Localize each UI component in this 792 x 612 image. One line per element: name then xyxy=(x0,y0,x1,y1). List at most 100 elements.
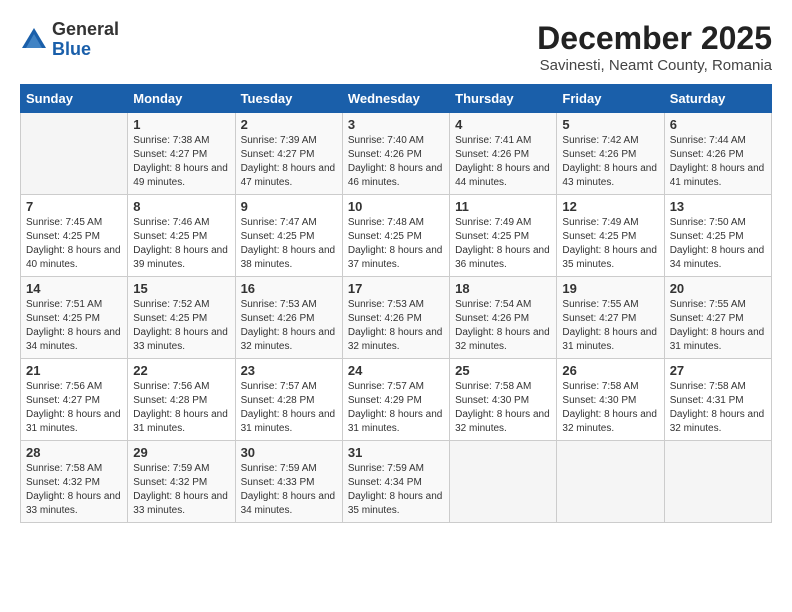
calendar-cell: 25Sunrise: 7:58 AMSunset: 4:30 PMDayligh… xyxy=(450,359,557,441)
day-info: Sunrise: 7:59 AMSunset: 4:34 PMDaylight:… xyxy=(348,462,444,518)
logo: General Blue xyxy=(20,20,119,60)
day-number: 27 xyxy=(670,363,766,378)
day-number: 6 xyxy=(670,117,766,132)
day-number: 18 xyxy=(455,281,551,296)
day-info: Sunrise: 7:56 AMSunset: 4:27 PMDaylight:… xyxy=(26,380,122,436)
day-number: 14 xyxy=(26,281,122,296)
day-info: Sunrise: 7:40 AMSunset: 4:26 PMDaylight:… xyxy=(348,134,444,190)
day-info: Sunrise: 7:47 AMSunset: 4:25 PMDaylight:… xyxy=(241,216,337,272)
calendar-week-row: 7Sunrise: 7:45 AMSunset: 4:25 PMDaylight… xyxy=(21,195,772,277)
day-info: Sunrise: 7:58 AMSunset: 4:30 PMDaylight:… xyxy=(455,380,551,436)
calendar-cell: 30 Sunrise: 7:59 AMSunset: 4:33 PMDayligh… xyxy=(235,441,342,523)
location: Savinesti, Neamt County, Romania xyxy=(537,57,772,74)
day-info: Sunrise: 7:41 AMSunset: 4:26 PMDaylight:… xyxy=(455,134,551,190)
calendar-cell: 24 Sunrise: 7:57 AMSunset: 4:29 PMDayligh… xyxy=(342,359,449,441)
day-info: Sunrise: 7:46 AMSunset: 4:25 PMDaylight:… xyxy=(133,216,229,272)
day-number: 20 xyxy=(670,281,766,296)
day-number: 28 xyxy=(26,445,122,460)
day-header: Sunday xyxy=(21,85,128,113)
logo-icon xyxy=(20,26,48,54)
calendar-cell: 1 Sunrise: 7:38 AMSunset: 4:27 PMDaylight… xyxy=(128,113,235,195)
calendar-cell: 18Sunrise: 7:54 AMSunset: 4:26 PMDayligh… xyxy=(450,277,557,359)
calendar-table: SundayMondayTuesdayWednesdayThursdayFrid… xyxy=(20,84,772,523)
day-info: Sunrise: 7:57 AMSunset: 4:29 PMDaylight:… xyxy=(348,380,444,436)
calendar-cell: 8 Sunrise: 7:46 AMSunset: 4:25 PMDaylight… xyxy=(128,195,235,277)
day-number: 1 xyxy=(133,117,229,132)
day-info: Sunrise: 7:50 AMSunset: 4:25 PMDaylight:… xyxy=(670,216,766,272)
day-info: Sunrise: 7:58 AMSunset: 4:30 PMDaylight:… xyxy=(562,380,658,436)
day-number: 2 xyxy=(241,117,337,132)
day-info: Sunrise: 7:55 AMSunset: 4:27 PMDaylight:… xyxy=(562,298,658,354)
day-number: 3 xyxy=(348,117,444,132)
calendar-week-row: 1 Sunrise: 7:38 AMSunset: 4:27 PMDaylight… xyxy=(21,113,772,195)
day-info: Sunrise: 7:42 AMSunset: 4:26 PMDaylight:… xyxy=(562,134,658,190)
calendar-cell xyxy=(557,441,664,523)
day-number: 29 xyxy=(133,445,229,460)
calendar-cell: 5 Sunrise: 7:42 AMSunset: 4:26 PMDaylight… xyxy=(557,113,664,195)
calendar-cell: 12 Sunrise: 7:49 AMSunset: 4:25 PMDayligh… xyxy=(557,195,664,277)
calendar-week-row: 21 Sunrise: 7:56 AMSunset: 4:27 PMDayligh… xyxy=(21,359,772,441)
calendar-cell: 6 Sunrise: 7:44 AMSunset: 4:26 PMDaylight… xyxy=(664,113,771,195)
day-number: 13 xyxy=(670,199,766,214)
calendar-cell: 9 Sunrise: 7:47 AMSunset: 4:25 PMDaylight… xyxy=(235,195,342,277)
day-header: Wednesday xyxy=(342,85,449,113)
day-info: Sunrise: 7:58 AMSunset: 4:32 PMDaylight:… xyxy=(26,462,122,518)
day-info: Sunrise: 7:59 AMSunset: 4:33 PMDaylight:… xyxy=(241,462,337,518)
calendar-header-row: SundayMondayTuesdayWednesdayThursdayFrid… xyxy=(21,85,772,113)
day-number: 17 xyxy=(348,281,444,296)
calendar-cell: 29 Sunrise: 7:59 AMSunset: 4:32 PMDayligh… xyxy=(128,441,235,523)
calendar-cell: 4 Sunrise: 7:41 AMSunset: 4:26 PMDaylight… xyxy=(450,113,557,195)
day-info: Sunrise: 7:38 AMSunset: 4:27 PMDaylight:… xyxy=(133,134,229,190)
day-number: 12 xyxy=(562,199,658,214)
calendar-cell: 11Sunrise: 7:49 AMSunset: 4:25 PMDayligh… xyxy=(450,195,557,277)
day-number: 31 xyxy=(348,445,444,460)
calendar-cell xyxy=(664,441,771,523)
calendar-cell: 3 Sunrise: 7:40 AMSunset: 4:26 PMDaylight… xyxy=(342,113,449,195)
day-info: Sunrise: 7:52 AMSunset: 4:25 PMDaylight:… xyxy=(133,298,229,354)
day-number: 4 xyxy=(455,117,551,132)
page-header: General Blue December 2025 Savinesti, Ne… xyxy=(20,20,772,74)
calendar-cell: 7Sunrise: 7:45 AMSunset: 4:25 PMDaylight… xyxy=(21,195,128,277)
calendar-cell: 10Sunrise: 7:48 AMSunset: 4:25 PMDayligh… xyxy=(342,195,449,277)
calendar-cell: 13 Sunrise: 7:50 AMSunset: 4:25 PMDayligh… xyxy=(664,195,771,277)
calendar-cell: 2Sunrise: 7:39 AMSunset: 4:27 PMDaylight… xyxy=(235,113,342,195)
day-info: Sunrise: 7:53 AMSunset: 4:26 PMDaylight:… xyxy=(241,298,337,354)
calendar-cell: 31 Sunrise: 7:59 AMSunset: 4:34 PMDayligh… xyxy=(342,441,449,523)
day-info: Sunrise: 7:57 AMSunset: 4:28 PMDaylight:… xyxy=(241,380,337,436)
calendar-cell xyxy=(21,113,128,195)
day-number: 24 xyxy=(348,363,444,378)
day-info: Sunrise: 7:58 AMSunset: 4:31 PMDaylight:… xyxy=(670,380,766,436)
calendar-cell: 17 Sunrise: 7:53 AMSunset: 4:26 PMDayligh… xyxy=(342,277,449,359)
day-info: Sunrise: 7:49 AMSunset: 4:25 PMDaylight:… xyxy=(455,216,551,272)
day-number: 22 xyxy=(133,363,229,378)
day-number: 9 xyxy=(241,199,337,214)
calendar-week-row: 14 Sunrise: 7:51 AMSunset: 4:25 PMDayligh… xyxy=(21,277,772,359)
day-number: 8 xyxy=(133,199,229,214)
day-header: Thursday xyxy=(450,85,557,113)
calendar-cell: 19 Sunrise: 7:55 AMSunset: 4:27 PMDayligh… xyxy=(557,277,664,359)
day-info: Sunrise: 7:59 AMSunset: 4:32 PMDaylight:… xyxy=(133,462,229,518)
month-title: December 2025 xyxy=(537,20,772,57)
day-info: Sunrise: 7:53 AMSunset: 4:26 PMDaylight:… xyxy=(348,298,444,354)
calendar-cell: 15 Sunrise: 7:52 AMSunset: 4:25 PMDayligh… xyxy=(128,277,235,359)
calendar-cell: 20Sunrise: 7:55 AMSunset: 4:27 PMDayligh… xyxy=(664,277,771,359)
day-info: Sunrise: 7:51 AMSunset: 4:25 PMDaylight:… xyxy=(26,298,122,354)
day-header: Saturday xyxy=(664,85,771,113)
day-number: 15 xyxy=(133,281,229,296)
day-number: 26 xyxy=(562,363,658,378)
day-number: 5 xyxy=(562,117,658,132)
day-number: 16 xyxy=(241,281,337,296)
day-number: 30 xyxy=(241,445,337,460)
day-number: 23 xyxy=(241,363,337,378)
day-info: Sunrise: 7:56 AMSunset: 4:28 PMDaylight:… xyxy=(133,380,229,436)
calendar-cell: 16 Sunrise: 7:53 AMSunset: 4:26 PMDayligh… xyxy=(235,277,342,359)
calendar-cell: 23 Sunrise: 7:57 AMSunset: 4:28 PMDayligh… xyxy=(235,359,342,441)
day-number: 21 xyxy=(26,363,122,378)
logo-text: General Blue xyxy=(52,20,119,60)
day-number: 19 xyxy=(562,281,658,296)
day-info: Sunrise: 7:49 AMSunset: 4:25 PMDaylight:… xyxy=(562,216,658,272)
calendar-cell: 26 Sunrise: 7:58 AMSunset: 4:30 PMDayligh… xyxy=(557,359,664,441)
day-info: Sunrise: 7:44 AMSunset: 4:26 PMDaylight:… xyxy=(670,134,766,190)
day-number: 10 xyxy=(348,199,444,214)
calendar-cell: 27 Sunrise: 7:58 AMSunset: 4:31 PMDayligh… xyxy=(664,359,771,441)
